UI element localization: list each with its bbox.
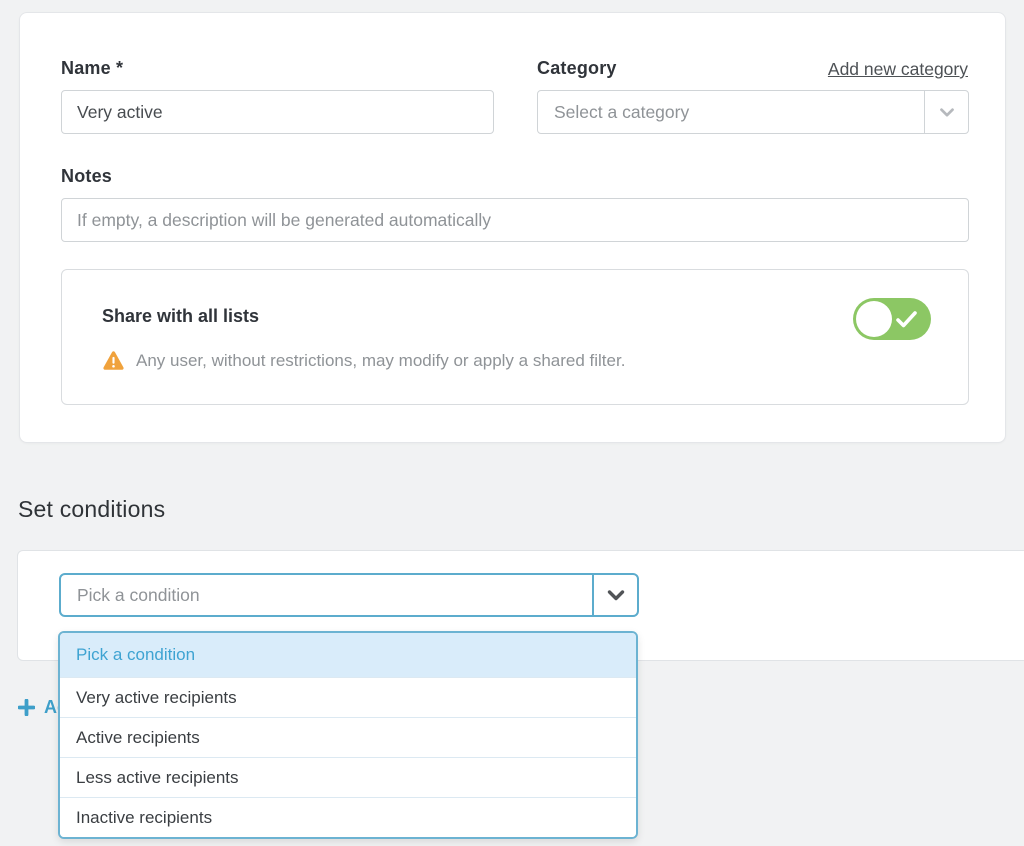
chevron-down-icon[interactable]: [924, 91, 968, 133]
share-warning-row: Any user, without restrictions, may modi…: [102, 350, 625, 371]
category-select[interactable]: Select a category: [537, 90, 969, 134]
notes-input[interactable]: [61, 198, 969, 242]
share-box: Share with all lists Any user, without r…: [61, 269, 969, 405]
check-icon: [894, 308, 920, 330]
dropdown-option-inactive-recipients[interactable]: Inactive recipients: [60, 797, 636, 837]
share-toggle[interactable]: [853, 298, 931, 340]
add-new-category-link[interactable]: Add new category: [828, 59, 968, 80]
dropdown-option-very-active-recipients[interactable]: Very active recipients: [60, 677, 636, 717]
warning-icon: [102, 350, 125, 371]
name-label: Name *: [61, 58, 123, 79]
filter-details-card: Name * Category Add new category Select …: [19, 12, 1006, 443]
notes-label: Notes: [61, 166, 112, 187]
dropdown-option-active-recipients[interactable]: Active recipients: [60, 717, 636, 757]
category-select-placeholder: Select a category: [538, 91, 924, 133]
share-with-all-lists-label: Share with all lists: [102, 306, 259, 327]
dropdown-option-less-active-recipients[interactable]: Less active recipients: [60, 757, 636, 797]
condition-select[interactable]: Pick a condition: [59, 573, 639, 617]
toggle-knob: [856, 301, 892, 337]
plus-icon: [18, 699, 35, 716]
condition-dropdown-list: Pick a condition Very active recipients …: [58, 631, 638, 839]
category-label: Category: [537, 58, 617, 79]
dropdown-option-pick-a-condition[interactable]: Pick a condition: [60, 633, 636, 677]
name-input[interactable]: [61, 90, 494, 134]
condition-select-placeholder: Pick a condition: [61, 575, 592, 615]
share-warning-text: Any user, without restrictions, may modi…: [136, 351, 625, 371]
chevron-down-icon[interactable]: [592, 575, 637, 615]
set-conditions-heading: Set conditions: [18, 496, 165, 523]
segment-filter-page: { "form": { "name": { "label": "Name *",…: [0, 0, 1024, 846]
